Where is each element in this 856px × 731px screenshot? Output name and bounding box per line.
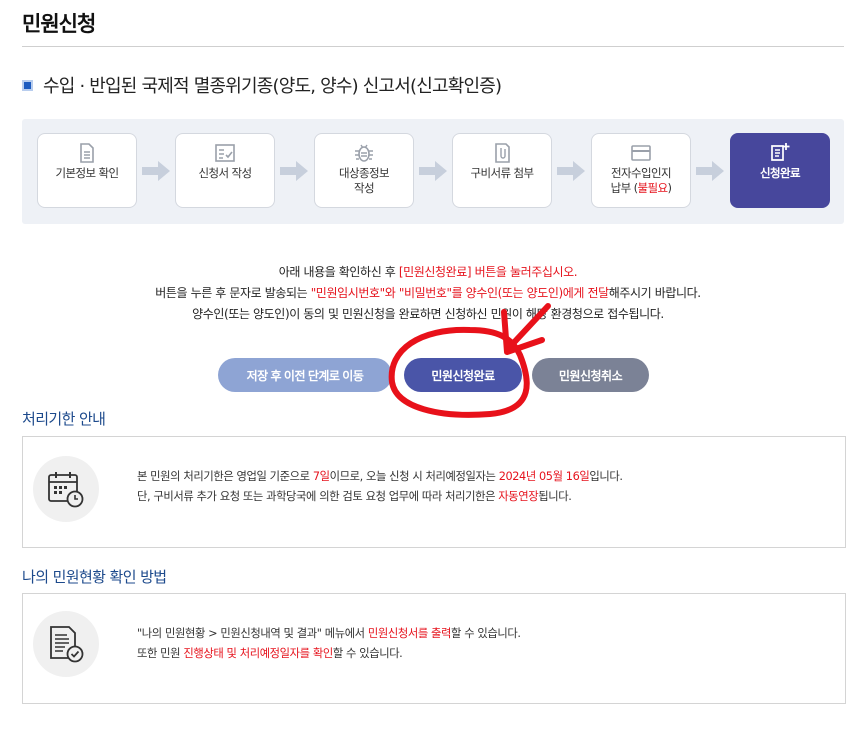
attachment-icon (495, 143, 510, 163)
notice-text: 해주시기 바랍니다. (608, 286, 701, 300)
auto-extension: 자동연장 (498, 490, 539, 503)
info-text: 입니다. (589, 470, 623, 483)
info-text: 단, 구비서류 추가 요청 또는 과학당국에 의한 검토 요청 업무에 따라 처… (137, 490, 499, 503)
arrow-right-icon (280, 161, 308, 181)
deadline-info-box: 본 민원의 처리기한은 영업일 기준으로 7일이므로, 오늘 신청 시 처리예정… (22, 436, 846, 548)
processing-days: 7일 (312, 470, 330, 483)
notice-text: 버튼을 누른 후 문자로 발송되는 (155, 286, 311, 300)
step-label: 구비서류 첨부 (470, 166, 535, 180)
deadline-section-heading: 처리기한 안내 (22, 410, 106, 428)
step-label-not-required: 불필요 (637, 181, 669, 195)
notice-text: 아래 내용을 확인하신 후 (278, 265, 399, 279)
expected-date: 2024년 05월 16일 (498, 470, 590, 483)
status-line-1: "나의 민원현황 > 민원신청내역 및 결과" 메뉴에서 민원신청서를 출력할 … (137, 624, 521, 644)
step-revenue-stamp: 전자수입인지 납부 (불필요) (591, 133, 691, 208)
step-label-line1: 전자수입인지 (611, 166, 671, 180)
note-plus-icon (771, 143, 790, 161)
form-title: 수입 · 반입된 국제적 멸종위기종(양도, 양수) 신고서(신고확인증) (22, 72, 502, 98)
document-check-icon (33, 611, 99, 677)
status-info-text: "나의 민원현황 > 민원신청내역 및 결과" 메뉴에서 민원신청서를 출력할 … (137, 624, 521, 664)
step-basic-info: 기본정보 확인 (37, 133, 137, 208)
notice-line-1: 아래 내용을 확인하신 후 [민원신청완료] 버튼을 눌러주십시오. (0, 262, 856, 283)
deadline-line-1: 본 민원의 처리기한은 영업일 기준으로 7일이므로, 오늘 신청 시 처리예정… (137, 467, 623, 487)
notice-line-2: 버튼을 누른 후 문자로 발송되는 "민원임시번호"와 "비밀번호"를 양수인(… (0, 283, 856, 304)
info-highlight: 민원신청서를 출력 (367, 627, 452, 640)
info-text: 됩니다. (538, 490, 572, 503)
notice-highlight: "민원임시번호"와 "비밀번호"를 양수인(또는 양도인)에게 전달 (310, 286, 609, 300)
step-label: 신청완료 (760, 166, 801, 180)
step-label-line2-prefix: 납부 ( (610, 181, 639, 195)
info-text: 또한 민원 (137, 647, 184, 660)
notice-highlight: [민원신청완료] 버튼을 눌러주십시오. (398, 265, 578, 279)
arrow-right-icon (142, 161, 170, 181)
card-icon (631, 145, 651, 161)
info-highlight: 진행상태 및 처리예정일자를 확인 (183, 647, 333, 660)
step-label: 신청서 작성 (198, 166, 253, 180)
page-title: 민원신청 (22, 12, 96, 36)
step-label-line1: 대상종정보 (339, 166, 390, 180)
square-bullet-icon (22, 79, 33, 91)
step-label: 대상종정보 작성 (315, 166, 413, 196)
step-label-line2: 작성 (354, 181, 375, 195)
document-icon (80, 143, 94, 163)
form-title-text: 수입 · 반입된 국제적 멸종위기종(양도, 양수) 신고서(신고확인증) (43, 76, 502, 97)
step-complete: 신청완료 (730, 133, 830, 208)
checklist-icon (215, 144, 235, 162)
step-species-info: 대상종정보 작성 (314, 133, 414, 208)
info-text: 할 수 있습니다. (451, 627, 521, 640)
step-label: 기본정보 확인 (55, 166, 120, 180)
step-label-line2-suffix: ) (667, 181, 672, 195)
arrow-right-icon (696, 161, 724, 181)
arrow-right-icon (419, 161, 447, 181)
info-text: 할 수 있습니다. (332, 647, 403, 660)
info-text: "나의 민원현황 > 민원신청내역 및 결과" 메뉴에서 (137, 627, 368, 640)
step-application-form: 신청서 작성 (175, 133, 275, 208)
title-divider (22, 46, 844, 47)
calendar-clock-icon (33, 456, 99, 522)
info-text: 본 민원의 처리기한은 영업일 기준으로 (137, 470, 313, 483)
bug-icon (355, 144, 373, 162)
status-info-box: "나의 민원현황 > 민원신청내역 및 결과" 메뉴에서 민원신청서를 출력할 … (22, 593, 846, 704)
deadline-info-text: 본 민원의 처리기한은 영업일 기준으로 7일이므로, 오늘 신청 시 처리예정… (137, 467, 623, 507)
deadline-line-2: 단, 구비서류 추가 요청 또는 과학당국에 의한 검토 요청 업무에 따라 처… (137, 487, 623, 507)
cancel-application-button[interactable]: 민원신청취소 (532, 358, 649, 392)
save-and-go-back-button[interactable]: 저장 후 이전 단계로 이동 (218, 358, 392, 392)
notice-line-3: 양수인(또는 양도인)이 동의 및 민원신청을 완료하면 신청하신 민원이 해당… (192, 307, 664, 321)
progress-stepper: 기본정보 확인 신청서 작성 대상종정보 작성 구비서류 첨부 전자수입인지 납부 … (22, 119, 844, 224)
completion-notice: 아래 내용을 확인하신 후 [민원신청완료] 버튼을 눌러주십시오. 버튼을 누… (0, 262, 856, 325)
complete-application-button[interactable]: 민원신청완료 (404, 358, 522, 392)
info-text: 이므로, 오늘 신청 시 처리예정일자는 (329, 470, 499, 483)
step-attachments: 구비서류 첨부 (452, 133, 552, 208)
status-section-heading: 나의 민원현황 확인 방법 (22, 568, 167, 586)
step-label: 전자수입인지 납부 (불필요) (592, 166, 690, 196)
arrow-right-icon (557, 161, 585, 181)
status-line-2: 또한 민원 진행상태 및 처리예정일자를 확인할 수 있습니다. (137, 644, 521, 664)
